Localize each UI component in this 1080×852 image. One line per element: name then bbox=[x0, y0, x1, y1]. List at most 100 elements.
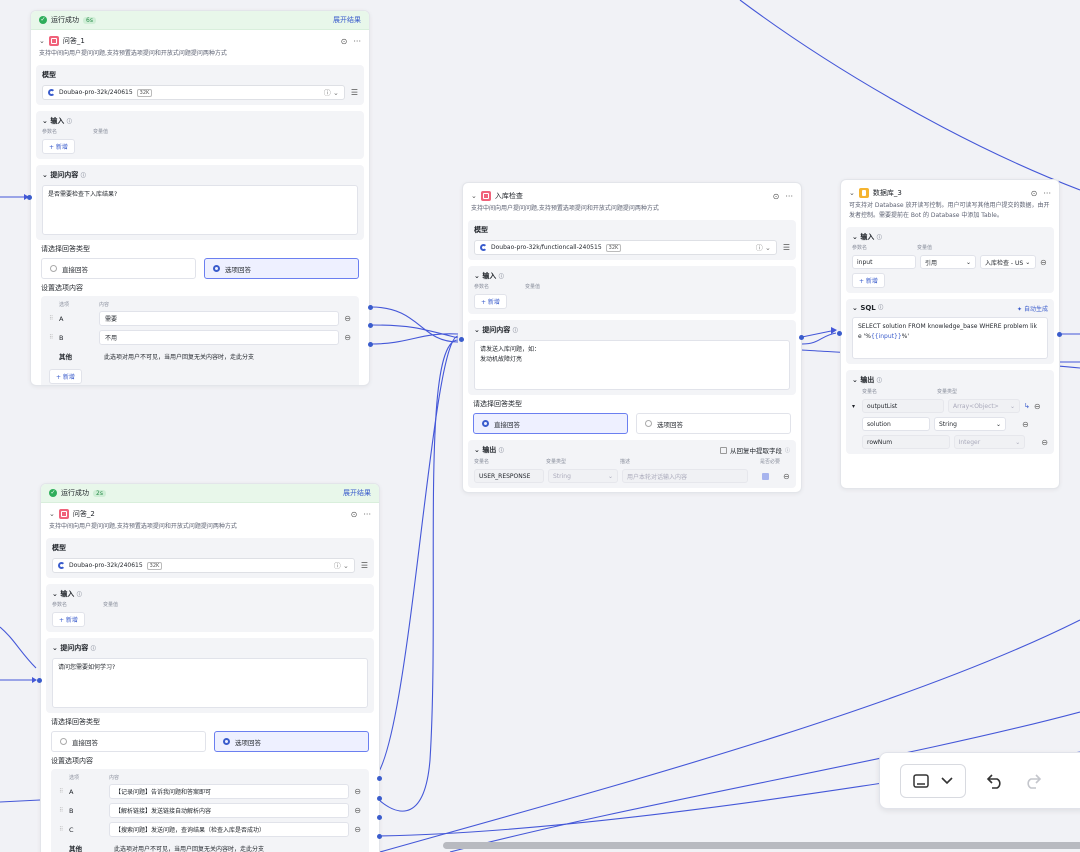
option-value-input[interactable]: 不用 bbox=[99, 330, 339, 345]
node-description: 支持中间向用户提问问题,支持预置选项提问和开放式问题提问两种方式 bbox=[49, 523, 237, 530]
prompt-section: ⌄ 提问内容 ⓘ 请发送入库问题，如： 发动机故障灯亮 bbox=[468, 320, 796, 395]
add-child-field-icon[interactable]: ↳ bbox=[1024, 402, 1030, 410]
output-port[interactable] bbox=[1057, 332, 1062, 337]
option-value-input[interactable]: 【搜索问题】发送问题，查询结果（检查入库是否成功） bbox=[109, 822, 349, 837]
collapse-chevron-icon[interactable]: ⌄ bbox=[471, 192, 477, 200]
option-answer-radio[interactable]: 选项回答 bbox=[214, 731, 369, 752]
remove-output-icon[interactable]: ⊖ bbox=[1022, 420, 1029, 429]
expand-result-button[interactable]: 展开结果 bbox=[343, 488, 371, 498]
input-port[interactable] bbox=[27, 195, 32, 200]
output-label: 输出 bbox=[860, 376, 875, 384]
remove-input-icon[interactable]: ⊖ bbox=[1040, 258, 1047, 267]
output-port[interactable] bbox=[377, 776, 382, 781]
model-select[interactable]: Doubao-pro-32k/240615 32K ⓘ ⌄ bbox=[52, 558, 355, 573]
model-settings-icon[interactable]: ☰ bbox=[361, 561, 368, 570]
model-select[interactable]: Doubao-pro-32k/240615 32K ⓘ ⌄ bbox=[42, 85, 345, 100]
collapse-chevron-icon[interactable]: ⌄ bbox=[49, 510, 55, 518]
extract-fields-checkbox[interactable] bbox=[719, 446, 727, 454]
node-description: 可支持对 Database 放开读写控制。用户可读写其他用户提交的数据，由开发者… bbox=[849, 202, 1050, 219]
output-port[interactable] bbox=[799, 335, 804, 340]
add-input-button[interactable]: + 新增 bbox=[52, 612, 85, 627]
database-node[interactable]: ⌄ 数据库_3 ⊙ ··· 可支持对 Database 放开读写控制。用户可读写其… bbox=[840, 179, 1060, 489]
drag-handle-icon[interactable]: ⠿ bbox=[59, 788, 69, 795]
input-name-field[interactable]: input bbox=[852, 255, 916, 269]
direct-answer-radio[interactable]: 直接回答 bbox=[41, 258, 196, 279]
run-node-icon[interactable]: ⊙ bbox=[341, 37, 348, 46]
horizontal-scrollbar[interactable] bbox=[443, 842, 1080, 849]
more-options-icon[interactable]: ··· bbox=[353, 37, 361, 46]
input-ref-value-select[interactable]: 入库检查 - US ⌄ bbox=[980, 255, 1036, 269]
direct-answer-radio[interactable]: 直接回答 bbox=[51, 731, 206, 752]
drag-handle-icon[interactable]: ⠿ bbox=[49, 334, 59, 341]
option-value-input[interactable]: 【记录问题】告诉我问题和答案即可 bbox=[109, 784, 349, 799]
model-select[interactable]: Doubao-pro-32k/functioncall-240515 32K ⓘ… bbox=[474, 240, 777, 255]
auto-generate-button[interactable]: ✦ 自动生成 bbox=[1017, 304, 1048, 313]
remove-option-icon[interactable]: ⊖ bbox=[349, 806, 361, 815]
more-options-icon[interactable]: ··· bbox=[785, 192, 793, 201]
qa-node-1[interactable]: ✓ 运行成功 6s 展开结果 ⌄ 问答_1 ⊙ ··· 支持中间向用户提问问题,支… bbox=[30, 10, 370, 386]
remove-option-icon[interactable]: ⊖ bbox=[349, 787, 361, 796]
store-check-node[interactable]: ⌄ 入库检查 ⊙ ··· 支持中间向用户提问问题,支持预置选项提问和开放式问题提问… bbox=[462, 182, 802, 493]
expand-triangle-icon[interactable]: ▾ bbox=[852, 403, 858, 410]
input-port[interactable] bbox=[837, 331, 842, 336]
node-title[interactable]: 问答_2 bbox=[73, 509, 95, 519]
option-value-input[interactable]: 需要 bbox=[99, 311, 339, 326]
output-port[interactable] bbox=[377, 834, 382, 839]
add-input-button[interactable]: + 新增 bbox=[42, 139, 75, 154]
input-label: 输入 bbox=[60, 590, 75, 598]
drag-handle-icon[interactable]: ⠿ bbox=[59, 826, 69, 833]
remove-option-icon[interactable]: ⊖ bbox=[339, 333, 351, 342]
redo-icon[interactable] bbox=[1024, 773, 1042, 789]
remove-option-icon[interactable]: ⊖ bbox=[339, 314, 351, 323]
undo-icon[interactable] bbox=[986, 773, 1004, 789]
collapse-chevron-icon[interactable]: ⌄ bbox=[39, 37, 45, 45]
direct-answer-radio[interactable]: 直接回答 bbox=[473, 413, 628, 434]
qa-node-2[interactable]: ✓ 运行成功 2s 展开结果 ⌄ 问答_2 ⊙ ··· 支持中间向用户提问问题,支… bbox=[40, 483, 380, 852]
output-port[interactable] bbox=[377, 815, 382, 820]
remove-option-icon[interactable]: ⊖ bbox=[349, 825, 361, 834]
info-icon: ⓘ bbox=[512, 328, 518, 334]
add-option-button[interactable]: + 新增 bbox=[49, 369, 82, 384]
input-ref-select[interactable]: 引用 ⌄ bbox=[920, 255, 976, 269]
output-port[interactable] bbox=[368, 342, 373, 347]
option-answer-radio[interactable]: 选项回答 bbox=[636, 413, 791, 434]
drag-handle-icon[interactable]: ⠿ bbox=[49, 315, 59, 322]
node-description: 支持中间向用户提问问题,支持预置选项提问和开放式问题提问两种方式 bbox=[471, 205, 659, 212]
output-name-field[interactable]: solution bbox=[862, 417, 930, 431]
run-node-icon[interactable]: ⊙ bbox=[351, 510, 358, 519]
remove-output-icon[interactable]: ⊖ bbox=[783, 472, 790, 481]
node-title[interactable]: 数据库_3 bbox=[873, 188, 902, 198]
run-node-icon[interactable]: ⊙ bbox=[773, 192, 780, 201]
output-port[interactable] bbox=[368, 323, 373, 328]
input-port[interactable] bbox=[459, 337, 464, 342]
remove-output-icon[interactable]: ⊖ bbox=[1034, 402, 1041, 411]
node-title[interactable]: 入库检查 bbox=[495, 191, 523, 201]
node-title[interactable]: 问答_1 bbox=[63, 36, 85, 46]
output-port[interactable] bbox=[368, 305, 373, 310]
output-chevron-icon[interactable]: ⌄ bbox=[474, 446, 482, 454]
collapse-chevron-icon[interactable]: ⌄ bbox=[849, 189, 855, 197]
add-input-button[interactable]: + 新增 bbox=[474, 294, 507, 309]
model-settings-icon[interactable]: ☰ bbox=[351, 88, 358, 97]
model-settings-icon[interactable]: ☰ bbox=[783, 243, 790, 252]
sql-chevron-icon[interactable]: ⌄ bbox=[852, 304, 860, 313]
input-port[interactable] bbox=[37, 678, 42, 683]
option-value-input[interactable]: 【解析链接】发送链接自动解析内容 bbox=[109, 803, 349, 818]
output-port[interactable] bbox=[377, 796, 382, 801]
drag-handle-icon[interactable]: ⠿ bbox=[59, 807, 69, 814]
more-options-icon[interactable]: ··· bbox=[1043, 189, 1051, 198]
run-status-bar: ✓ 运行成功 6s 展开结果 bbox=[31, 11, 369, 30]
more-options-icon[interactable]: ··· bbox=[363, 510, 371, 519]
panel-toggle-button[interactable] bbox=[900, 763, 966, 798]
remove-output-icon[interactable]: ⊖ bbox=[1041, 438, 1048, 447]
prompt-input[interactable]: 请发送入库问题，如： 发动机故障灯亮 bbox=[474, 340, 790, 390]
chevron-down-icon: ⌄ bbox=[607, 472, 613, 480]
sql-editor[interactable]: SELECT solution FROM knowledge_base WHER… bbox=[852, 317, 1048, 359]
prompt-input[interactable]: 是否需要检查下入库结果? bbox=[42, 185, 358, 235]
prompt-input[interactable]: 请问您需要如何学习? bbox=[52, 658, 368, 708]
option-answer-radio[interactable]: 选项回答 bbox=[204, 258, 359, 279]
expand-result-button[interactable]: 展开结果 bbox=[333, 15, 361, 25]
run-node-icon[interactable]: ⊙ bbox=[1031, 189, 1038, 198]
output-type-select[interactable]: String ⌄ bbox=[934, 417, 1006, 431]
add-input-button[interactable]: + 新增 bbox=[852, 273, 885, 288]
